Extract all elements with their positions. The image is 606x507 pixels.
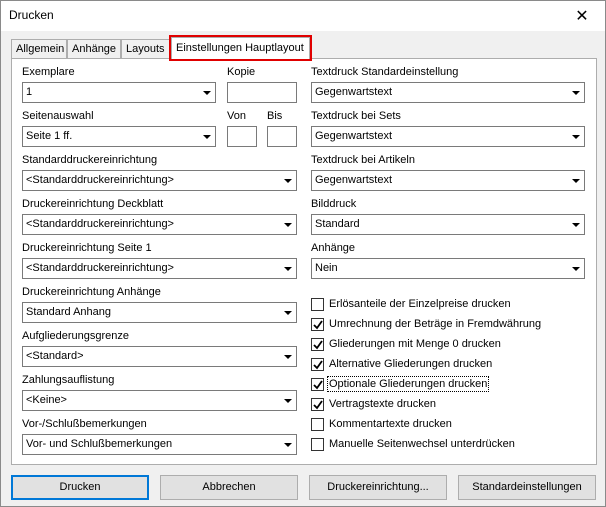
- tab-anhaenge[interactable]: Anhänge: [67, 39, 121, 59]
- tab-layouts[interactable]: Layouts: [121, 39, 171, 59]
- checkmark-icon: [313, 360, 323, 370]
- checkbox-label: Optionale Gliederungen drucken: [326, 376, 490, 392]
- chevron-down-icon[interactable]: [279, 391, 296, 410]
- checkmark-icon: [313, 400, 323, 410]
- chevron-down-icon[interactable]: [279, 215, 296, 234]
- checkbox-unchecked[interactable]: [311, 298, 324, 311]
- chevron-down-icon[interactable]: [198, 83, 215, 102]
- textdruck-sets-label: Textdruck bei Sets: [311, 110, 401, 122]
- textdruck-artikeln-label: Textdruck bei Artikeln: [311, 154, 415, 166]
- seitenauswahl-label: Seitenauswahl: [22, 110, 94, 122]
- kopie-input[interactable]: [227, 82, 297, 103]
- zahlung-value: <Keine>: [26, 394, 67, 406]
- textdruck-standard-select[interactable]: Gegenwartstext: [311, 82, 585, 103]
- anhaenge-drucker-label: Druckereinrichtung Anhänge: [22, 286, 161, 298]
- checkbox-label: Erlösanteile der Einzelpreise drucken: [329, 298, 511, 310]
- zahlung-select[interactable]: <Keine>: [22, 390, 297, 411]
- seitenauswahl-select[interactable]: Seite 1 ff.: [22, 126, 216, 147]
- textdruck-standard-value: Gegenwartstext: [315, 86, 393, 98]
- chevron-down-icon[interactable]: [279, 171, 296, 190]
- tab-panel: Exemplare 1 Kopie Seitenauswahl Seite 1 …: [11, 58, 597, 465]
- bilddruck-value: Standard: [315, 218, 360, 230]
- chevron-down-icon[interactable]: [567, 215, 584, 234]
- zahlung-label: Zahlungsauflistung: [22, 374, 115, 386]
- exemplare-value: 1: [26, 86, 33, 98]
- standarddrucker-value: <Standarddruckereinrichtung>: [26, 174, 174, 186]
- vorschluss-value: Vor- und Schlußbemerkungen: [26, 438, 173, 450]
- seite1-value: <Standarddruckereinrichtung>: [26, 262, 174, 274]
- exemplare-label: Exemplare: [22, 66, 75, 78]
- druckereinrichtung-button[interactable]: Druckereinrichtung...: [309, 475, 447, 500]
- chevron-down-icon[interactable]: [279, 259, 296, 278]
- bilddruck-select[interactable]: Standard: [311, 214, 585, 235]
- exemplare-select[interactable]: 1: [22, 82, 216, 103]
- checkbox-checked[interactable]: [311, 318, 324, 331]
- anhaenge-select[interactable]: Nein: [311, 258, 585, 279]
- checkbox-checked[interactable]: [311, 358, 324, 371]
- drucken-button[interactable]: Drucken: [11, 475, 149, 500]
- checkbox-unchecked[interactable]: [311, 418, 324, 431]
- checkbox-label: Alternative Gliederungen drucken: [329, 358, 493, 370]
- seite1-select[interactable]: <Standarddruckereinrichtung>: [22, 258, 297, 279]
- deckblatt-select[interactable]: <Standarddruckereinrichtung>: [22, 214, 297, 235]
- checkbox-checked[interactable]: [311, 338, 324, 351]
- textdruck-sets-value: Gegenwartstext: [315, 130, 393, 142]
- abbrechen-button[interactable]: Abbrechen: [160, 475, 298, 500]
- checkbox-label: Vertragstexte drucken: [329, 398, 437, 410]
- checkmark-icon: [313, 320, 323, 330]
- standarddrucker-select[interactable]: <Standarddruckereinrichtung>: [22, 170, 297, 191]
- aufgliederung-select[interactable]: <Standard>: [22, 346, 297, 367]
- anhaenge-value: Nein: [315, 262, 338, 274]
- chevron-down-icon[interactable]: [567, 259, 584, 278]
- chevron-down-icon[interactable]: [279, 303, 296, 322]
- anhaenge-drucker-select[interactable]: Standard Anhang: [22, 302, 297, 323]
- chevron-down-icon[interactable]: [279, 347, 296, 366]
- standarddrucker-label: Standarddruckereinrichtung: [22, 154, 158, 166]
- tab-allgemein[interactable]: Allgemein: [11, 39, 67, 59]
- checkbox-label: Kommentartexte drucken: [329, 418, 452, 430]
- chevron-down-icon[interactable]: [567, 171, 584, 190]
- kopie-label: Kopie: [227, 66, 256, 78]
- checkmark-icon: [313, 340, 323, 350]
- von-label: Von: [227, 110, 246, 122]
- chevron-down-icon[interactable]: [279, 435, 296, 454]
- textdruck-artikeln-value: Gegenwartstext: [315, 174, 393, 186]
- standardeinstellungen-button[interactable]: Standardeinstellungen: [458, 475, 596, 500]
- bilddruck-label: Bilddruck: [311, 198, 357, 210]
- seite1-label: Druckereinrichtung Seite 1: [22, 242, 152, 254]
- print-dialog: Drucken ✕ Allgemein Anhänge Layouts Eins…: [0, 0, 606, 507]
- textdruck-standard-label: Textdruck Standardeinstellung: [311, 66, 459, 78]
- vorschluss-select[interactable]: Vor- und Schlußbemerkungen: [22, 434, 297, 455]
- tab-einstellungen-hauptlayout[interactable]: Einstellungen Hauptlayout: [169, 35, 312, 61]
- bis-label: Bis: [267, 110, 283, 122]
- textdruck-artikeln-select[interactable]: Gegenwartstext: [311, 170, 585, 191]
- checkbox-label: Umrechnung der Beträge in Fremdwährung: [329, 318, 542, 330]
- deckblatt-value: <Standarddruckereinrichtung>: [26, 218, 174, 230]
- checkbox-label: Gliederungen mit Menge 0 drucken: [329, 338, 501, 350]
- anhaenge-label: Anhänge: [311, 242, 356, 254]
- chevron-down-icon[interactable]: [198, 127, 215, 146]
- vorschluss-label: Vor-/Schlußbemerkungen: [22, 418, 147, 430]
- dialog-title: Drucken: [9, 8, 54, 22]
- chevron-down-icon[interactable]: [567, 83, 584, 102]
- chevron-down-icon[interactable]: [567, 127, 584, 146]
- checkbox-checked[interactable]: [311, 378, 324, 391]
- checkbox-label: Manuelle Seitenwechsel unterdrücken: [329, 438, 515, 450]
- checkbox-checked[interactable]: [311, 398, 324, 411]
- deckblatt-label: Druckereinrichtung Deckblatt: [22, 198, 164, 210]
- aufgliederung-value: <Standard>: [26, 350, 84, 362]
- textdruck-sets-select[interactable]: Gegenwartstext: [311, 126, 585, 147]
- von-input[interactable]: [227, 126, 257, 147]
- bis-input[interactable]: [267, 126, 297, 147]
- aufgliederung-label: Aufgliederungsgrenze: [22, 330, 130, 342]
- anhaenge-drucker-value: Standard Anhang: [26, 306, 112, 318]
- checkmark-icon: [313, 380, 323, 390]
- title-bar: Drucken ✕: [1, 1, 605, 31]
- checkbox-unchecked[interactable]: [311, 438, 324, 451]
- seitenauswahl-value: Seite 1 ff.: [26, 130, 73, 142]
- close-icon[interactable]: ✕: [559, 1, 605, 31]
